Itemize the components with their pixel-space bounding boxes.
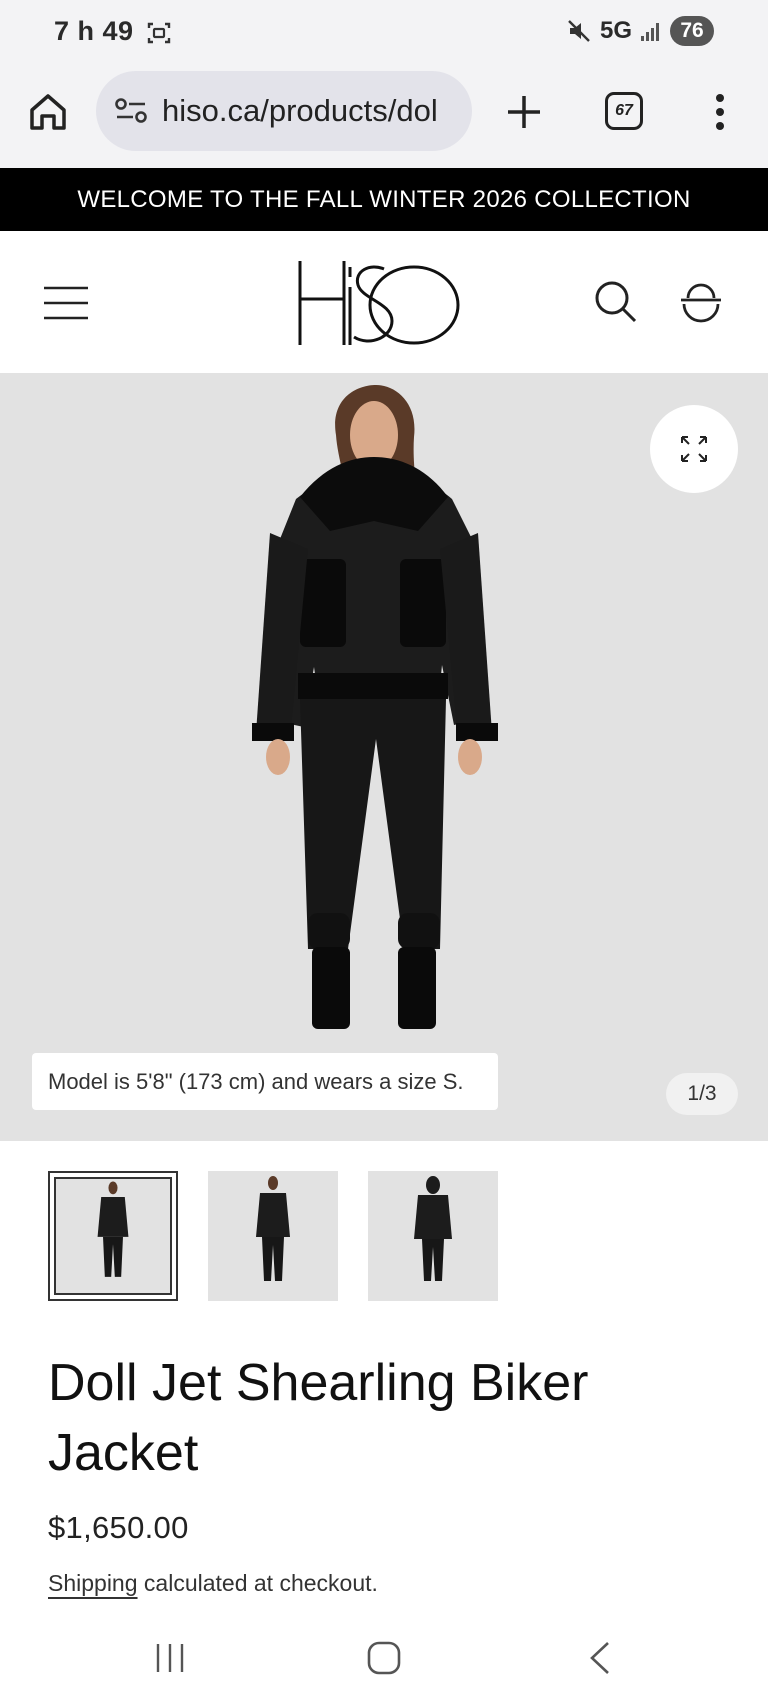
hiso-logo[interactable] xyxy=(292,253,464,353)
product-image[interactable] xyxy=(0,373,768,1141)
product-price: $1,650.00 xyxy=(48,1510,189,1545)
mute-icon xyxy=(568,20,590,42)
site-info-icon[interactable] xyxy=(114,96,148,126)
product-gallery[interactable]: Model is 5'8" (173 cm) and wears a size … xyxy=(0,373,768,1141)
thumbnail-1[interactable] xyxy=(48,1171,178,1301)
thumbnail-3[interactable] xyxy=(368,1171,498,1301)
cart-icon[interactable] xyxy=(678,276,724,324)
signal-icon xyxy=(641,23,659,41)
shipping-note-text: calculated at checkout. xyxy=(137,1570,378,1596)
search-icon[interactable] xyxy=(592,278,638,324)
site-header xyxy=(0,231,768,373)
battery-level: 76 xyxy=(670,16,714,46)
address-bar[interactable]: hiso.ca/products/dol xyxy=(96,71,472,151)
thumbnail-image xyxy=(97,1181,129,1277)
status-bar: 7 h 49 5G 76 xyxy=(0,0,768,66)
product-title: Doll Jet Shearling Biker Jacket xyxy=(48,1354,589,1482)
thumbnail-image xyxy=(414,1176,452,1281)
browser-toolbar: hiso.ca/products/dol 67 xyxy=(0,66,768,168)
plus-icon[interactable] xyxy=(502,90,546,134)
image-counter-text: 1/3 xyxy=(687,1082,717,1105)
thumbnail-image xyxy=(256,1176,290,1281)
tabs-icon[interactable]: 67 xyxy=(605,92,643,130)
status-indicators: 5G 76 xyxy=(566,16,714,46)
status-time: 7 h 49 xyxy=(54,16,134,46)
expand-icon xyxy=(681,436,707,462)
model-caption-text: Model is 5'8" (173 cm) and wears a size … xyxy=(48,1068,464,1094)
system-nav-bar xyxy=(0,1606,768,1706)
home-nav-icon[interactable] xyxy=(366,1640,402,1676)
tab-count: 67 xyxy=(615,102,633,119)
shipping-note: Shipping calculated at checkout. xyxy=(48,1570,378,1597)
hamburger-menu-icon[interactable] xyxy=(42,285,90,321)
url-text: hiso.ca/products/dol xyxy=(162,93,438,128)
announcement-bar: WELCOME TO THE FALL WINTER 2026 COLLECTI… xyxy=(0,168,768,231)
image-counter: 1/3 xyxy=(666,1073,738,1115)
home-icon[interactable] xyxy=(28,90,68,134)
thumbnail-strip xyxy=(48,1171,498,1301)
model-caption: Model is 5'8" (173 cm) and wears a size … xyxy=(32,1053,498,1110)
back-icon[interactable] xyxy=(586,1640,614,1676)
zoom-button[interactable] xyxy=(650,405,738,493)
announcement-text: WELCOME TO THE FALL WINTER 2026 COLLECTI… xyxy=(77,185,691,213)
thumbnail-2[interactable] xyxy=(208,1171,338,1301)
screenshot-icon xyxy=(147,22,171,44)
network-type: 5G xyxy=(599,17,632,44)
more-vert-icon[interactable] xyxy=(706,90,734,134)
shipping-link[interactable]: Shipping xyxy=(48,1570,138,1596)
recents-icon[interactable] xyxy=(152,1642,188,1674)
